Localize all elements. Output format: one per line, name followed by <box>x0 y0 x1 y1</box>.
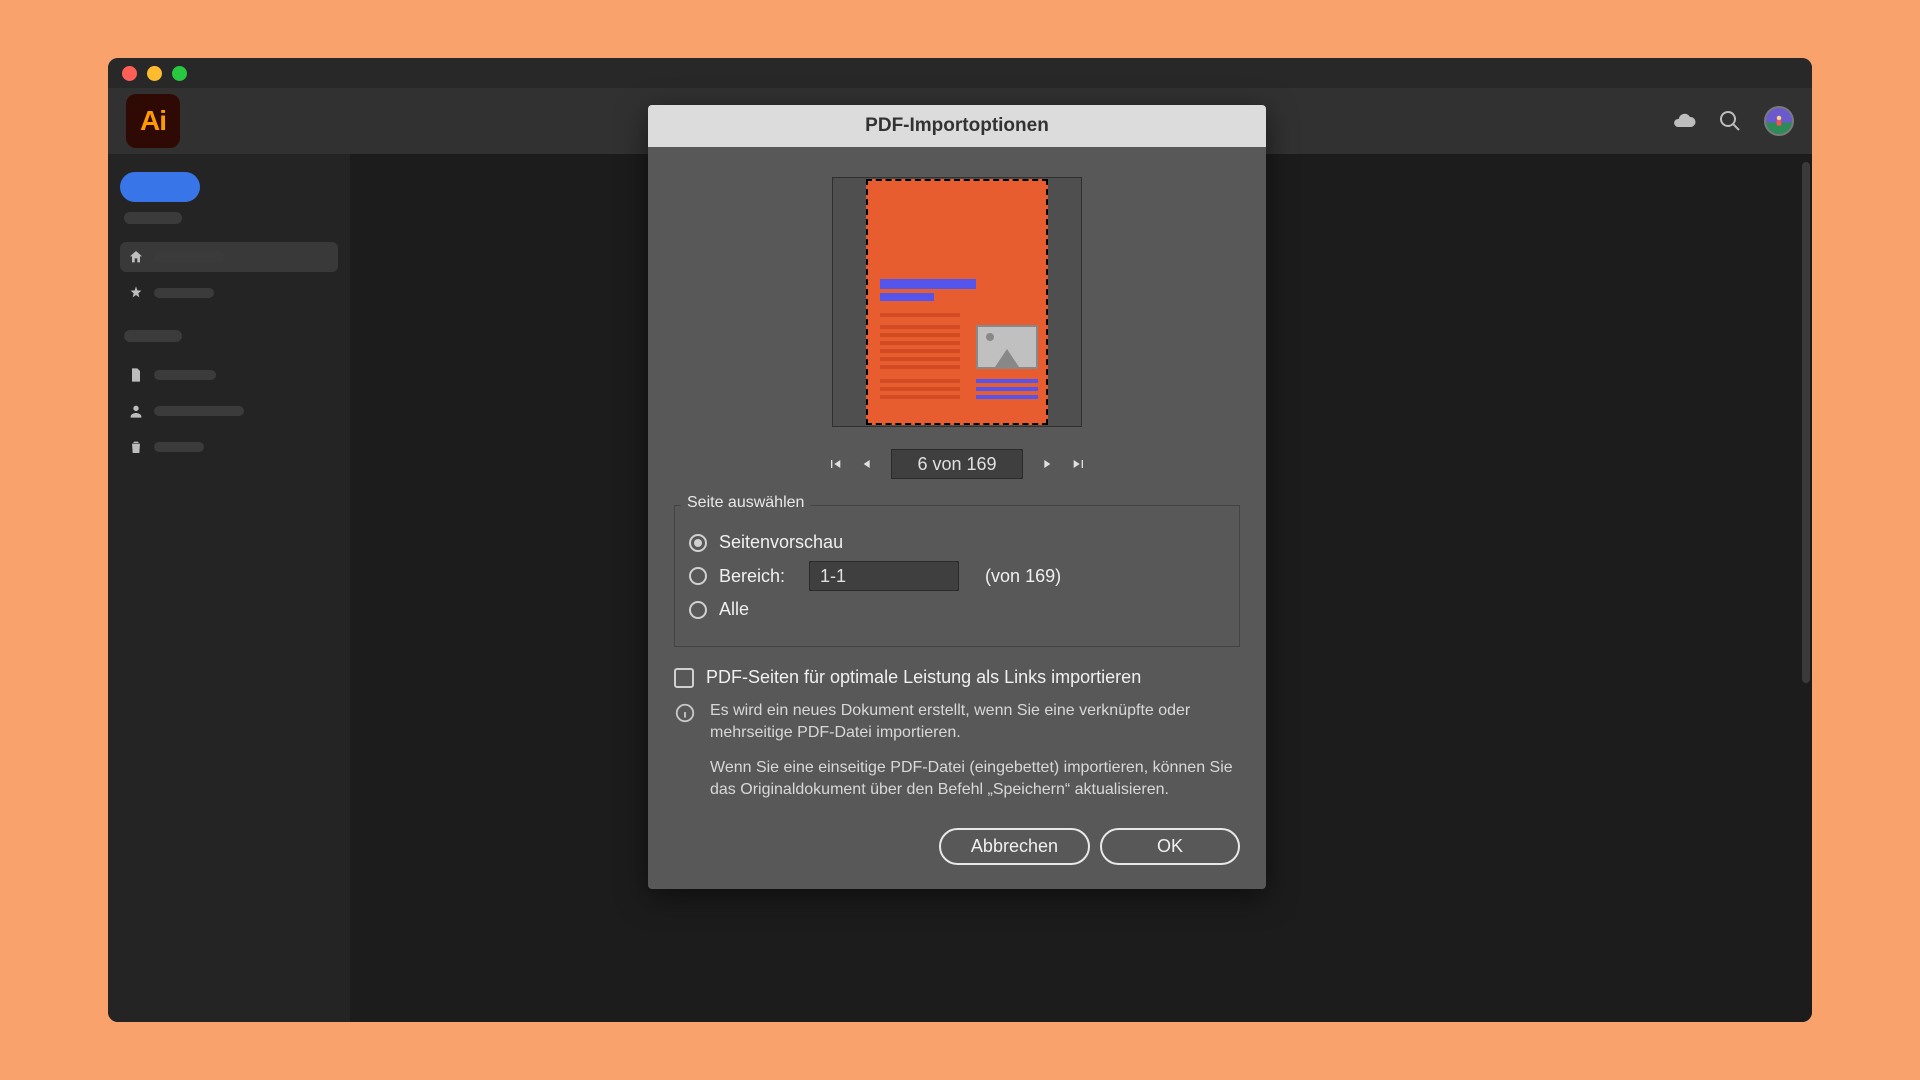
info-icon <box>674 702 696 724</box>
sidebar <box>108 154 350 1022</box>
next-page-icon[interactable] <box>1039 456 1055 472</box>
import-as-links-checkbox[interactable]: PDF-Seiten für optimale Leistung als Lin… <box>674 667 1240 688</box>
select-page-label: Seite auswählen <box>681 494 810 512</box>
maximize-window-button[interactable] <box>172 66 187 81</box>
radio-icon <box>689 601 707 619</box>
ok-button[interactable]: OK <box>1100 828 1240 865</box>
pdf-import-dialog: PDF-Importoptionen <box>648 105 1266 889</box>
cloud-icon[interactable] <box>1672 109 1696 133</box>
radio-range[interactable]: Bereich: (von 169) <box>689 561 1225 591</box>
page-preview-thumbnail <box>866 179 1048 425</box>
window-titlebar <box>108 58 1812 88</box>
sidebar-heading <box>124 212 182 224</box>
first-page-icon[interactable] <box>827 456 843 472</box>
page-navigation <box>674 449 1240 479</box>
minimize-window-button[interactable] <box>147 66 162 81</box>
sidebar-active-tab[interactable] <box>120 172 200 202</box>
radio-page-preview[interactable]: Seitenvorschau <box>689 532 1225 553</box>
checkbox-label: PDF-Seiten für optimale Leistung als Lin… <box>706 667 1141 688</box>
app-logo: Ai <box>126 94 180 148</box>
sidebar-item-deleted[interactable] <box>120 432 338 462</box>
toolbar-right <box>1672 106 1794 136</box>
info-block: Es wird ein neues Dokument erstellt, wen… <box>674 700 1240 800</box>
user-avatar[interactable] <box>1764 106 1794 136</box>
close-window-button[interactable] <box>122 66 137 81</box>
range-of-label: (von 169) <box>985 566 1061 587</box>
radio-icon <box>689 567 707 585</box>
prev-page-icon[interactable] <box>859 456 875 472</box>
radio-all[interactable]: Alle <box>689 599 1225 620</box>
dialog-title: PDF-Importoptionen <box>648 105 1266 147</box>
app-window: Ai <box>108 58 1812 1022</box>
sidebar-heading-2 <box>124 330 182 342</box>
sidebar-item-files[interactable] <box>120 360 338 390</box>
sidebar-item-home[interactable] <box>120 242 338 272</box>
sidebar-item-shared[interactable] <box>120 396 338 426</box>
info-text-1: Es wird ein neues Dokument erstellt, wen… <box>710 700 1240 743</box>
last-page-icon[interactable] <box>1071 456 1087 472</box>
range-input[interactable] <box>809 561 959 591</box>
cancel-button[interactable]: Abbrechen <box>939 828 1090 865</box>
select-page-group: Seite auswählen Seitenvorschau Bereich: … <box>674 505 1240 647</box>
radio-icon <box>689 534 707 552</box>
page-input[interactable] <box>891 449 1023 479</box>
search-icon[interactable] <box>1718 109 1742 133</box>
radio-label: Bereich: <box>719 566 785 587</box>
radio-label: Seitenvorschau <box>719 532 843 553</box>
sidebar-item-learn[interactable] <box>120 278 338 308</box>
radio-label: Alle <box>719 599 749 620</box>
page-preview <box>832 177 1082 427</box>
info-text-2: Wenn Sie eine einseitige PDF-Datei (eing… <box>710 757 1240 800</box>
checkbox-icon <box>674 668 694 688</box>
